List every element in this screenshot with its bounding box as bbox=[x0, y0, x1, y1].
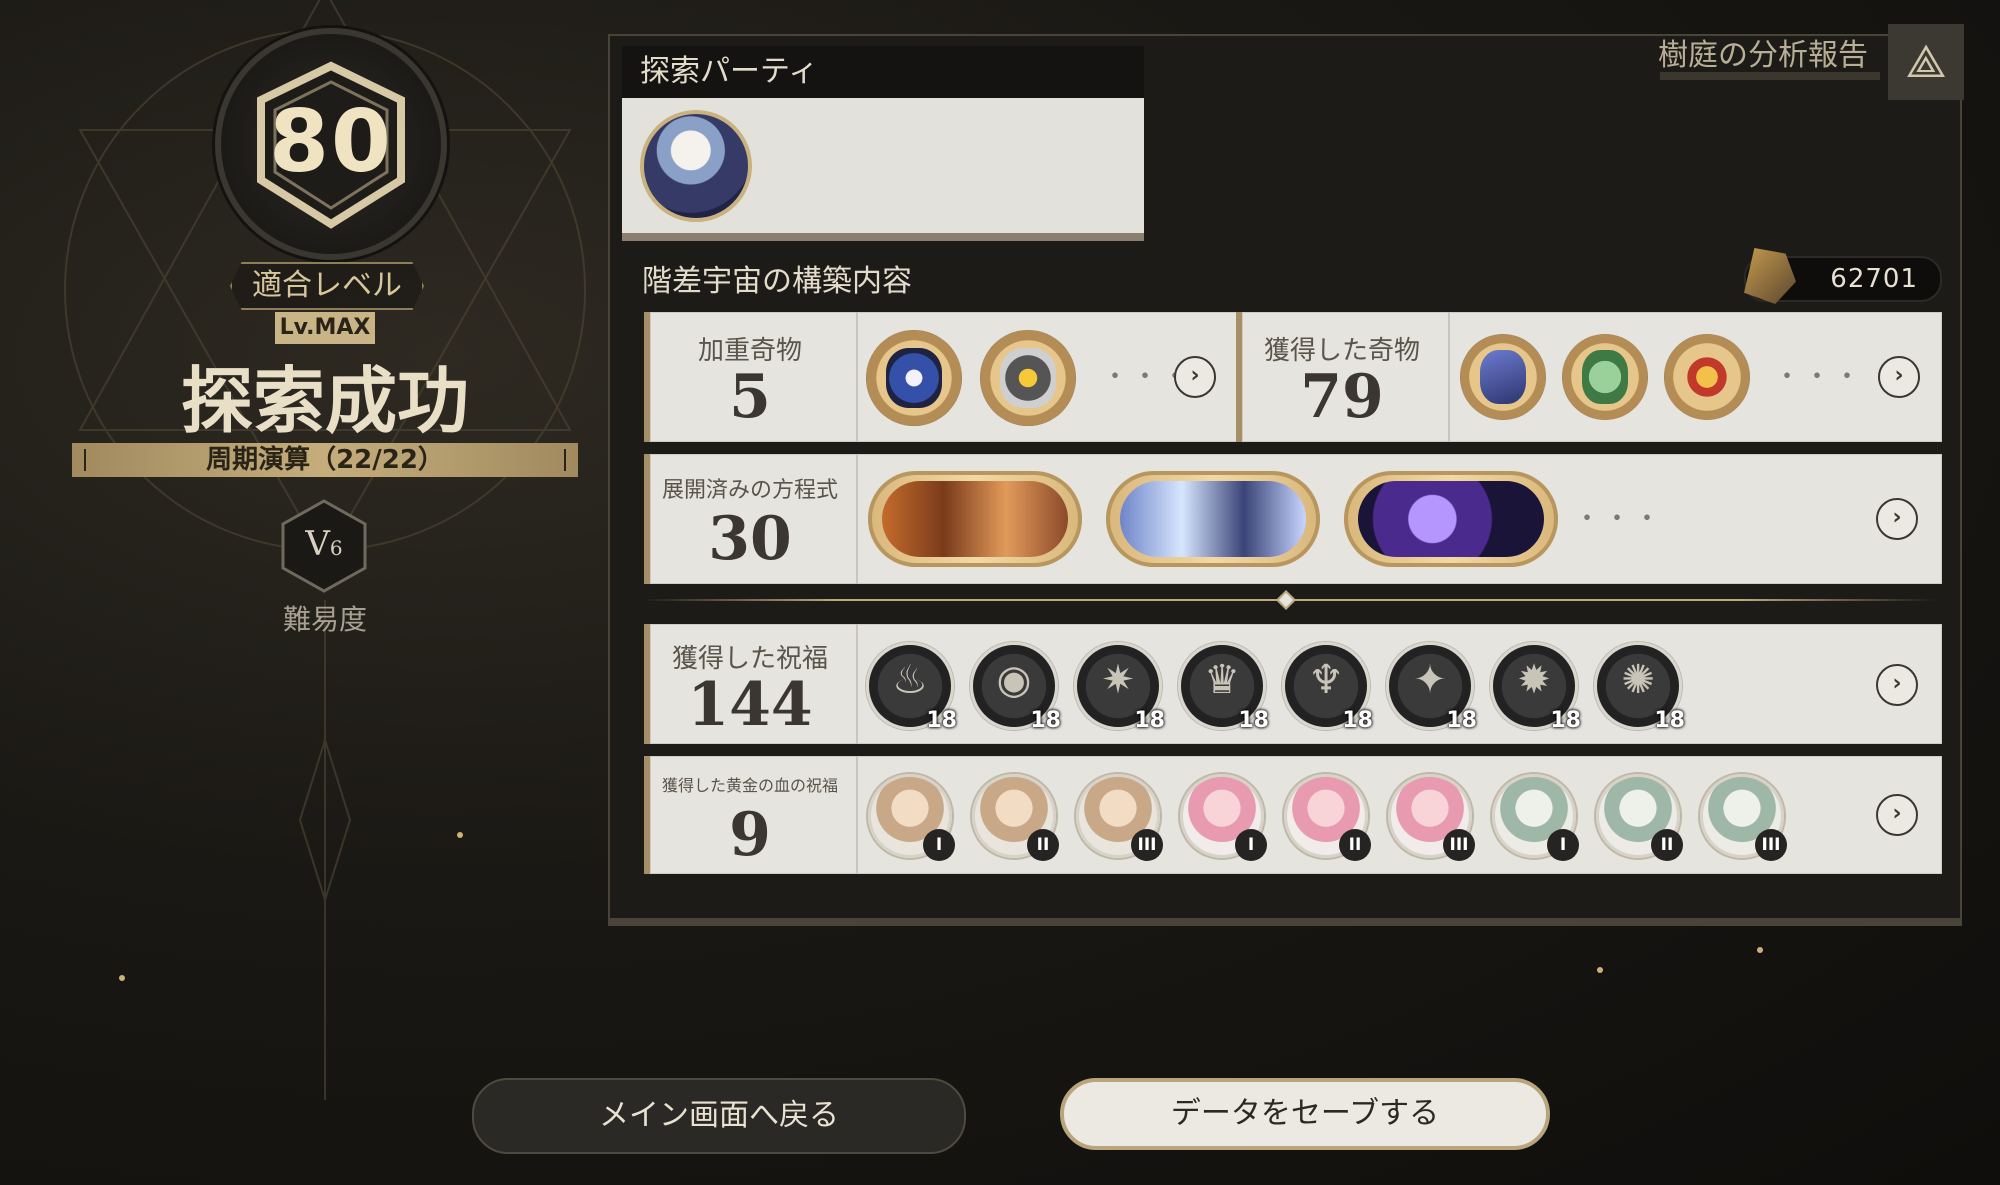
weighted-curios-arrow-button[interactable]: › bbox=[1174, 356, 1216, 398]
flame-icon[interactable]: ♨ 18 bbox=[866, 642, 957, 733]
build-title: 階差宇宙の構築内容 bbox=[642, 264, 912, 299]
curio-icon[interactable] bbox=[1460, 334, 1546, 420]
wings-icon[interactable]: ✷ 18 bbox=[1074, 642, 1165, 733]
chalice-icon[interactable]: ♆ 18 bbox=[1282, 642, 1373, 733]
report-subtitle-bar bbox=[1660, 72, 1880, 80]
blessing-level: 18 bbox=[1134, 708, 1165, 733]
gear-icon[interactable]: ✹ 18 bbox=[1490, 642, 1581, 733]
back-to-main-button[interactable]: メイン画面へ戻る bbox=[472, 1078, 966, 1154]
golden-blood-label: 獲得した黄金の血の祝福 bbox=[661, 776, 838, 795]
difficulty-badge: V6 bbox=[280, 498, 368, 594]
crown-icon[interactable]: ♛ 18 bbox=[1178, 642, 1269, 733]
blessing-glyph: ♆ bbox=[1308, 657, 1344, 703]
golden-blood-icon[interactable]: II bbox=[1596, 774, 1683, 861]
blessing-level: 18 bbox=[1446, 708, 1477, 733]
tier-badge: II bbox=[1027, 829, 1059, 861]
golden-blood-card: 獲得した黄金の血の祝福 9 I II III I II III I II III › bbox=[644, 756, 1942, 874]
curio-icon[interactable] bbox=[866, 330, 962, 426]
weighted-curios-count: 5 bbox=[729, 362, 771, 432]
blessing-level: 18 bbox=[1550, 708, 1581, 733]
swirl-icon[interactable]: ✺ 18 bbox=[1594, 642, 1685, 733]
tier-badge: I bbox=[1235, 829, 1267, 861]
fit-level-label: 適合レベル bbox=[230, 262, 424, 310]
currency-value: 62701 bbox=[1830, 264, 1918, 294]
blessing-glyph: ✺ bbox=[1621, 657, 1655, 703]
equations-card: 展開済みの方程式 30 ・・・ › bbox=[644, 454, 1942, 584]
golden-blood-icon[interactable]: III bbox=[1700, 774, 1787, 861]
currency-display: 62701 bbox=[1744, 248, 1942, 304]
tree-emblem-icon: ⟁ bbox=[1888, 24, 1964, 100]
report-title: 樹庭の分析報告 bbox=[1658, 38, 1868, 73]
blessings-count: 144 bbox=[687, 670, 813, 740]
golden-blood-icon[interactable]: I bbox=[868, 774, 955, 861]
blessing-level: 18 bbox=[926, 708, 957, 733]
equations-count: 30 bbox=[708, 504, 792, 574]
weighted-curios-card: 加重奇物 5 ・・・ › bbox=[644, 312, 1238, 442]
equation-icon[interactable] bbox=[1344, 471, 1558, 567]
equation-icon[interactable] bbox=[1106, 471, 1320, 567]
tier-badge: II bbox=[1339, 829, 1371, 861]
equation-icon[interactable] bbox=[868, 471, 1082, 567]
blessing-level: 18 bbox=[1238, 708, 1269, 733]
card-separator bbox=[1448, 312, 1450, 442]
golden-blood-arrow-button[interactable]: › bbox=[1876, 794, 1918, 836]
blessing-level: 18 bbox=[1342, 708, 1373, 733]
difficulty-roman: V bbox=[305, 524, 330, 564]
period-banner: 周期演算（22/22） bbox=[72, 443, 578, 477]
blessings-arrow-button[interactable]: › bbox=[1876, 664, 1918, 706]
card-separator bbox=[856, 756, 858, 874]
blessing-glyph: ✹ bbox=[1517, 657, 1551, 703]
level-number: 80 bbox=[269, 92, 393, 192]
golden-blood-icon[interactable]: I bbox=[1492, 774, 1579, 861]
party-member-avatar[interactable] bbox=[640, 110, 752, 222]
blessing-glyph: ♛ bbox=[1204, 657, 1240, 703]
golden-blood-icon[interactable]: I bbox=[1180, 774, 1267, 861]
blessings-card: 獲得した祝福 144 ♨ 18 ◉ 18 ✷ 18 ♛ 18 ♆ 18 ✦ 18 ✹ 18 ✺ 18 › bbox=[644, 624, 1942, 744]
more-dots: ・・・ bbox=[1574, 504, 1665, 534]
equations-label: 展開済みの方程式 bbox=[661, 478, 838, 503]
party-header: 探索パーティ bbox=[622, 46, 1144, 98]
golden-blood-count: 9 bbox=[729, 800, 771, 870]
blessing-glyph: ◉ bbox=[996, 657, 1032, 703]
blessing-glyph: ✦ bbox=[1413, 657, 1447, 703]
golden-blood-icon[interactable]: III bbox=[1076, 774, 1163, 861]
equations-arrow-button[interactable]: › bbox=[1876, 498, 1918, 540]
card-separator bbox=[856, 454, 858, 584]
result-title: 探索成功 bbox=[180, 358, 469, 443]
level-badge: 80 bbox=[215, 28, 447, 260]
obtained-curios-card: 獲得した奇物 79 ・・・ › bbox=[1236, 312, 1942, 442]
save-data-button[interactable]: データをセーブする bbox=[1060, 1078, 1550, 1150]
eye-icon[interactable]: ◉ 18 bbox=[970, 642, 1061, 733]
more-dots: ・・・ bbox=[1774, 362, 1865, 392]
blessing-glyph: ♨ bbox=[892, 657, 928, 703]
party-panel bbox=[622, 98, 1144, 241]
card-separator bbox=[856, 624, 858, 744]
blessing-level: 18 bbox=[1654, 708, 1685, 733]
tier-badge: I bbox=[923, 829, 955, 861]
tier-badge: III bbox=[1443, 829, 1475, 861]
golden-blood-icon[interactable]: II bbox=[1284, 774, 1371, 861]
tier-badge: III bbox=[1131, 829, 1163, 861]
card-separator bbox=[856, 312, 858, 442]
blessing-level: 18 bbox=[1030, 708, 1061, 733]
leaf-icon[interactable]: ✦ 18 bbox=[1386, 642, 1477, 733]
difficulty-label: 難易度 bbox=[282, 603, 367, 636]
curio-icon[interactable] bbox=[980, 330, 1076, 426]
curio-icon[interactable] bbox=[1664, 334, 1750, 420]
difficulty-value: V6 bbox=[280, 524, 368, 564]
obtained-curios-arrow-button[interactable]: › bbox=[1878, 356, 1920, 398]
difficulty-sub: 6 bbox=[329, 536, 343, 560]
golden-blood-icon[interactable]: III bbox=[1388, 774, 1475, 861]
tier-badge: III bbox=[1755, 829, 1787, 861]
tier-badge: I bbox=[1547, 829, 1579, 861]
tier-badge: II bbox=[1651, 829, 1683, 861]
curio-icon[interactable] bbox=[1562, 334, 1648, 420]
obtained-curios-count: 79 bbox=[1300, 362, 1384, 432]
lv-max-badge: Lv.MAX bbox=[275, 312, 375, 344]
golden-blood-icon[interactable]: II bbox=[972, 774, 1059, 861]
blessing-glyph: ✷ bbox=[1101, 657, 1135, 703]
